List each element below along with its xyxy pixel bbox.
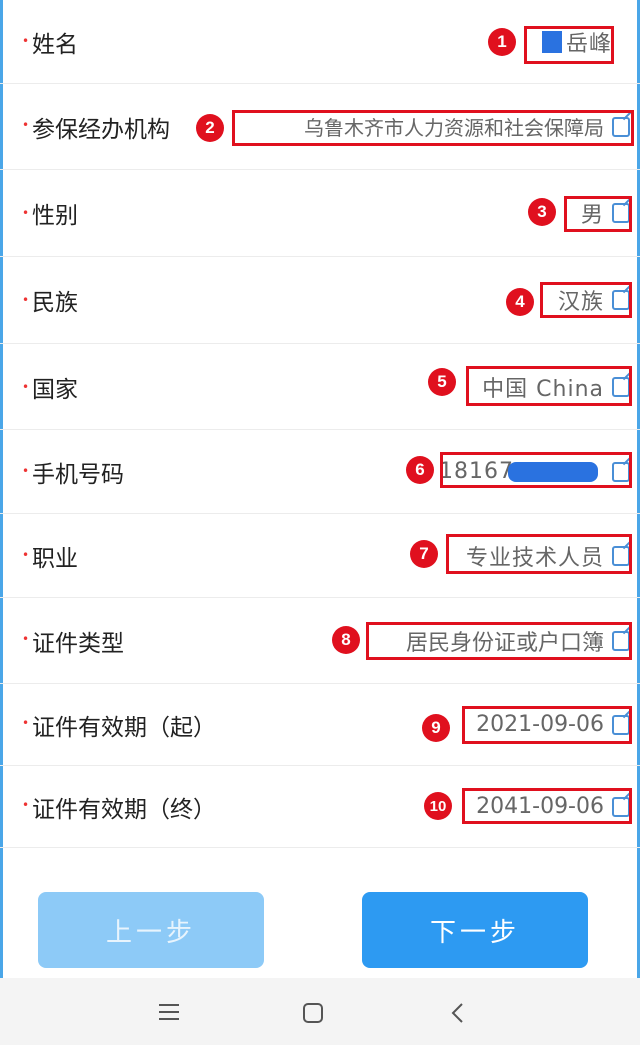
previous-step-button[interactable]: 上一步 (38, 892, 264, 968)
id-valid-start-label: 证件有效期（起） (32, 714, 216, 741)
badge-6: 6 (406, 456, 434, 484)
highlight-box-7 (446, 534, 632, 574)
badge-4: 4 (506, 288, 534, 316)
system-navigation-bar (0, 978, 640, 1045)
required-mark: • (22, 798, 30, 812)
highlight-box-6 (440, 452, 632, 488)
menu-icon[interactable] (158, 1002, 180, 1022)
insurance-agency-label: 参保经办机构 (32, 116, 170, 143)
badge-2: 2 (196, 114, 224, 142)
next-step-button[interactable]: 下一步 (362, 892, 588, 968)
highlight-box-2 (232, 110, 634, 146)
highlight-box-3 (564, 196, 632, 232)
phone-label: 手机号码 (32, 461, 124, 488)
required-mark: • (22, 206, 30, 220)
highlight-box-8 (366, 622, 632, 660)
country-label: 国家 (32, 376, 78, 403)
badge-5: 5 (428, 368, 456, 396)
back-chevron-icon[interactable] (450, 1002, 466, 1024)
required-mark: • (22, 118, 30, 132)
gender-label: 性别 (32, 203, 78, 229)
badge-7: 7 (410, 540, 438, 568)
badge-8: 8 (332, 626, 360, 654)
badge-1: 1 (488, 28, 516, 56)
required-mark: • (22, 293, 30, 307)
highlight-box-4 (540, 282, 632, 318)
occupation-label: 职业 (32, 545, 78, 572)
badge-9: 9 (422, 714, 450, 742)
ethnicity-label: 民族 (32, 290, 78, 316)
id-valid-end-label: 证件有效期（终） (32, 796, 216, 823)
required-mark: • (22, 548, 30, 562)
id-type-label: 证件类型 (32, 630, 124, 657)
highlight-box-1 (524, 26, 614, 64)
highlight-box-10 (462, 788, 632, 824)
badge-3: 3 (528, 198, 556, 226)
highlight-box-5 (466, 366, 632, 406)
required-mark: • (22, 380, 30, 394)
name-label: 姓名 (32, 31, 78, 58)
required-mark: • (22, 716, 30, 730)
required-mark: • (22, 632, 30, 646)
required-mark: • (22, 464, 30, 478)
required-mark: • (22, 34, 30, 48)
home-square-icon[interactable] (302, 1002, 324, 1024)
highlight-box-9 (462, 706, 632, 744)
badge-10: 10 (424, 792, 452, 820)
